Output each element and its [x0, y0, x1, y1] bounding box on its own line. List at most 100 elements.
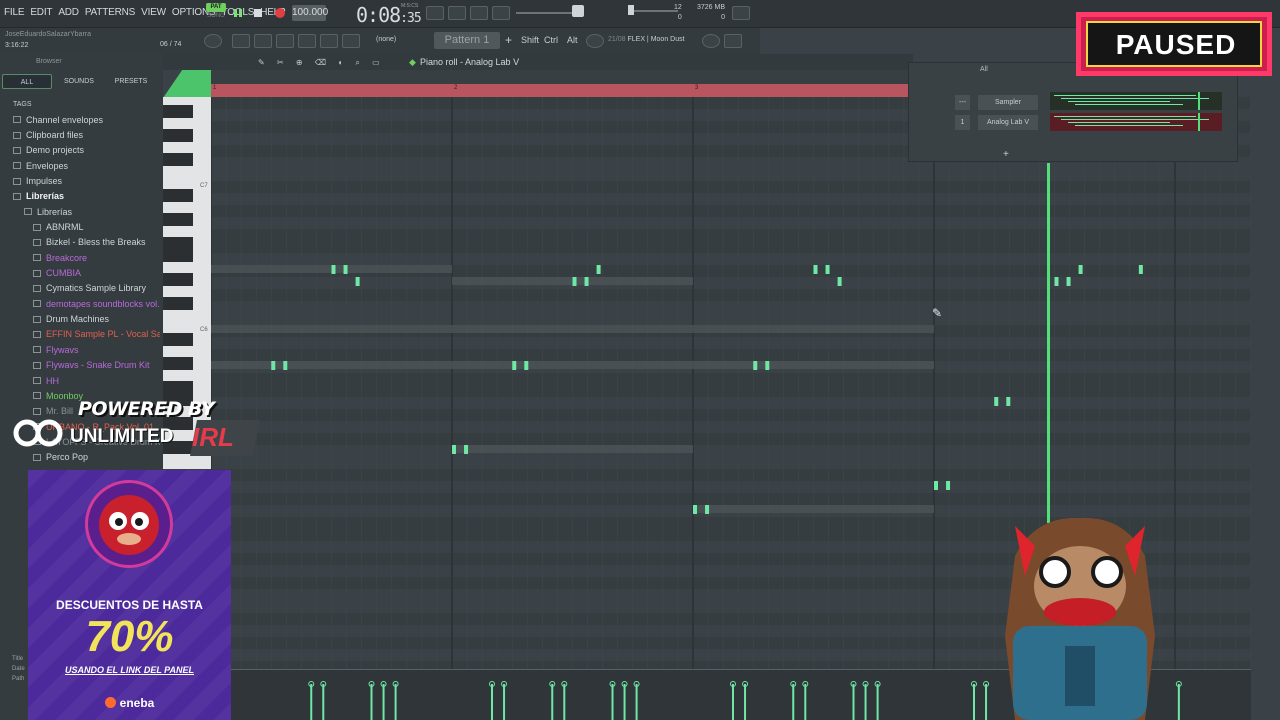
playlist-icon[interactable]	[254, 34, 272, 48]
tab-all[interactable]: ALL	[2, 74, 52, 89]
tempo-display[interactable]: 100.000	[292, 5, 328, 21]
note	[837, 277, 842, 286]
black-key[interactable]	[163, 213, 193, 226]
preview-note	[1082, 95, 1196, 96]
browser-item[interactable]: Cymatics Sample Library	[0, 281, 160, 296]
piano-roll-tools[interactable]: ✎ ✂ ⊕ ⌫ ◐ ⌕ ▭	[258, 58, 385, 68]
ad-brand: eneba	[28, 696, 231, 710]
black-key[interactable]	[163, 189, 193, 202]
black-key[interactable]	[163, 333, 193, 346]
ruler-corner	[163, 70, 211, 98]
browser-item-label: Clipboard files	[26, 130, 84, 141]
arrow-right-icon[interactable]	[342, 34, 360, 48]
timeline-ruler[interactable]: 1 2 3	[211, 84, 908, 97]
browser-item[interactable]: Channel envelopes	[0, 112, 160, 127]
channel-pattern-preview[interactable]	[1050, 92, 1222, 110]
channel-filter[interactable]: All	[980, 66, 988, 73]
loop-strip[interactable]	[211, 70, 908, 84]
browser-item[interactable]: HH	[0, 373, 160, 388]
stop-button[interactable]	[250, 5, 266, 21]
browser-item[interactable]: Flywavs - Snake Drum Kit	[0, 358, 160, 373]
browser-item[interactable]: ABNRML	[0, 219, 160, 234]
globe-icon[interactable]	[702, 34, 720, 48]
image-line-icon[interactable]	[724, 34, 742, 48]
browser-item[interactable]: Clipboard files	[0, 127, 160, 142]
cpu-meter: 12 0	[674, 3, 682, 23]
black-key[interactable]	[163, 129, 193, 142]
black-key[interactable]	[163, 153, 193, 166]
channel-arrow-icon[interactable]: ◆	[409, 57, 416, 68]
channel-rack-icon[interactable]	[298, 34, 316, 48]
promo-ad[interactable]: DESCUENTOS DE HASTA 70% USANDO EL LINK D…	[28, 470, 231, 720]
shift-key[interactable]: Shift	[521, 35, 539, 45]
browser-item[interactable]: EFFIN Sample PL - Vocal Sauce	[0, 327, 160, 342]
snap-icon[interactable]	[204, 34, 222, 48]
loop-record-icon[interactable]	[470, 6, 488, 20]
black-key[interactable]	[163, 105, 193, 118]
channel-mixer-track[interactable]: ---	[955, 95, 970, 110]
grid-row	[211, 385, 1251, 397]
browser-item-label: Drum Machines	[46, 314, 110, 325]
mixer-icon[interactable]	[232, 34, 250, 48]
record-button[interactable]	[272, 5, 288, 21]
alt-key[interactable]: Alt	[567, 35, 578, 45]
master-volume-slider[interactable]	[516, 12, 576, 14]
black-key[interactable]	[163, 249, 193, 262]
add-channel-button[interactable]: +	[1003, 149, 1009, 160]
bar-number: 2	[454, 85, 458, 91]
tab-presets[interactable]: PRESETS	[106, 74, 156, 89]
add-pattern-button[interactable]: +	[505, 33, 512, 47]
preview-note	[1089, 98, 1209, 99]
piano-roll-icon[interactable]	[276, 34, 294, 48]
channel-mixer-track[interactable]: 1	[955, 115, 970, 130]
news-icon[interactable]	[586, 34, 604, 48]
grid-row	[211, 433, 1251, 445]
preview-note	[1068, 122, 1170, 123]
note	[1054, 277, 1059, 286]
snap-selector[interactable]: (none)	[376, 36, 396, 43]
metronome-icon[interactable]	[492, 6, 510, 20]
browser-item[interactable]: Impulses	[0, 173, 160, 188]
black-key[interactable]	[163, 273, 193, 286]
play-pause-button[interactable]	[230, 5, 246, 21]
browser-item[interactable]: Envelopes	[0, 158, 160, 173]
menu-item[interactable]: PATTERNS	[85, 7, 135, 18]
pat-song-toggle[interactable]: PAT SONG	[206, 3, 226, 23]
tab-sounds[interactable]: SOUNDS	[54, 74, 104, 89]
browser-item[interactable]: CUMBIA	[0, 265, 160, 280]
keyboard-icon[interactable]	[426, 6, 444, 20]
pattern-selector[interactable]: Pattern 1	[434, 32, 500, 49]
browser-item[interactable]: Bizkel - Bless the Breaks	[0, 235, 160, 250]
ctrl-key[interactable]: Ctrl	[544, 35, 558, 45]
cpu-top: 12	[674, 4, 682, 11]
browser-item[interactable]: Breakcore	[0, 250, 160, 265]
browser-item[interactable]: Librerías	[0, 204, 160, 219]
browser-item[interactable]: Demo projects	[0, 143, 160, 158]
browser-item[interactable]: demotapes soundblocks vol. 4	[0, 296, 160, 311]
ad-headline: DESCUENTOS DE HASTA	[56, 598, 203, 612]
mouse-cursor-icon: ✎	[932, 306, 943, 320]
channel-analog-lab[interactable]: Analog Lab V	[978, 115, 1038, 130]
menu-item[interactable]: EDIT	[30, 7, 52, 18]
plugin-icon[interactable]	[320, 34, 338, 48]
note	[283, 361, 288, 370]
black-key[interactable]	[163, 357, 193, 370]
black-key[interactable]	[163, 297, 193, 310]
song-position: 06 / 74	[160, 41, 182, 48]
tags-label[interactable]: TAGS	[13, 101, 32, 108]
pencil-icon[interactable]	[732, 6, 750, 20]
browser-item[interactable]: Librerías	[0, 189, 160, 204]
grid-row	[211, 241, 1251, 253]
streamer-avatar-icon	[1005, 517, 1155, 720]
master-pitch-handle[interactable]	[628, 5, 634, 15]
countdown-icon[interactable]	[448, 6, 466, 20]
channel-pattern-preview[interactable]	[1050, 113, 1222, 131]
master-volume-handle[interactable]	[572, 5, 584, 17]
master-pitch-slider[interactable]	[630, 10, 678, 12]
menu-item[interactable]: ADD	[58, 7, 79, 18]
menu-item[interactable]: VIEW	[141, 7, 166, 18]
channel-sampler[interactable]: Sampler	[978, 95, 1038, 110]
menu-item[interactable]: FILE	[4, 7, 25, 18]
browser-item[interactable]: Flywavs	[0, 342, 160, 357]
browser-item[interactable]: Drum Machines	[0, 311, 160, 326]
